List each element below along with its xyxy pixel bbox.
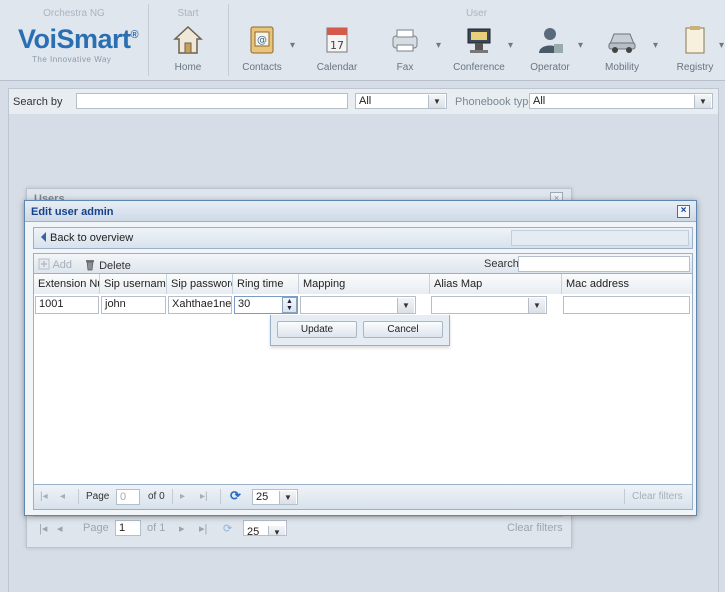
mobility-dropdown-arrow[interactable]: ▾ [653, 40, 658, 51]
column-header-alias-map[interactable]: Alias Map [430, 274, 562, 294]
operator-dropdown-arrow[interactable]: ▾ [578, 40, 583, 51]
stepper-arrows-icon[interactable]: ▲ ▼ [282, 297, 297, 313]
phonebook-type-label: Phonebook type [455, 96, 535, 108]
calendar-button[interactable]: 17 Calendar [315, 24, 359, 73]
grid-toolbar: Add Delete Search [33, 253, 693, 274]
refresh-icon[interactable]: ⟳ [223, 522, 232, 535]
alias-map-select[interactable]: ▼ [431, 296, 547, 314]
grid-search-label: Search [484, 258, 519, 270]
mac-address-field[interactable] [563, 296, 690, 314]
back-to-overview-bar: Back to overview [33, 227, 693, 249]
chevron-down-icon: ▼ [694, 95, 711, 108]
sip-username-field[interactable]: john [101, 296, 166, 314]
conference-icon [467, 28, 491, 53]
conference-button[interactable]: Conference [452, 24, 506, 73]
chevron-down-icon: ▼ [428, 95, 445, 108]
column-header-sip-username[interactable]: Sip username [100, 274, 167, 294]
first-page-icon[interactable]: |◂ [40, 491, 48, 502]
conference-dropdown-arrow[interactable]: ▾ [508, 40, 513, 51]
chevron-down-icon: ▼ [397, 298, 414, 313]
contacts-dropdown-arrow[interactable]: ▾ [290, 40, 295, 51]
column-header-ring-time[interactable]: Ring time [233, 274, 299, 294]
back-to-overview-button[interactable]: Back to overview [50, 232, 133, 244]
svg-text:@: @ [257, 35, 267, 46]
home-button[interactable]: Home [170, 24, 206, 73]
delete-button[interactable]: Delete [84, 258, 131, 272]
calendar-icon: 17 [326, 27, 348, 53]
column-header-mac-address[interactable]: Mac address [562, 274, 690, 294]
row-editor-buttons: Update Cancel [270, 315, 450, 346]
column-header-sip-password[interactable]: Sip password [167, 274, 233, 294]
mobility-button[interactable]: Mobility [600, 24, 644, 73]
prev-page-icon[interactable]: ◂ [60, 491, 65, 502]
chevron-down-icon: ▼ [279, 491, 296, 504]
page-label: Page [86, 491, 110, 502]
extension-field[interactable]: 1001 [35, 296, 99, 314]
cancel-button[interactable]: Cancel [363, 321, 443, 338]
next-page-icon[interactable]: ▸ [180, 491, 185, 502]
update-button[interactable]: Update [277, 321, 357, 338]
refresh-icon[interactable]: ⟳ [230, 488, 241, 504]
add-icon [38, 258, 50, 270]
close-icon[interactable]: × [677, 205, 690, 218]
clear-filters-button[interactable]: Clear filters [632, 491, 683, 502]
ring-time-stepper[interactable]: 30 ▲ ▼ [234, 296, 298, 314]
page-label: Page [83, 522, 109, 534]
prev-page-icon[interactable]: ◂ [57, 522, 63, 535]
registry-icon [685, 26, 705, 54]
mapping-select[interactable]: ▼ [300, 296, 416, 314]
chevron-down-icon: ▼ [268, 526, 285, 535]
operator-icon [539, 28, 563, 53]
column-header-extension[interactable]: Extension Nu [34, 274, 100, 294]
column-header-mapping[interactable]: Mapping [299, 274, 430, 294]
page-size-select[interactable]: 25 ▼ [243, 520, 287, 536]
user-group-title: User [465, 8, 488, 19]
add-button[interactable]: Add [38, 258, 72, 271]
logo-tagline: The Innovative Way [32, 55, 112, 64]
back-arrow-icon [41, 232, 46, 242]
users-pager: |◂ ◂ Page 1 of 1 ▸ ▸| ⟳ 25 ▼ Clear filter… [33, 516, 563, 539]
svg-text:17: 17 [330, 39, 344, 52]
page-size-select[interactable]: 25 ▼ [252, 489, 298, 505]
edit-user-window-title: Edit user admin [31, 206, 114, 218]
page-of-label: of 1 [147, 522, 166, 534]
grid-header: Extension Nu Sip username Sip password R… [33, 273, 693, 295]
fax-icon [392, 29, 418, 52]
contacts-icon: @ [250, 26, 274, 54]
home-icon [173, 25, 203, 54]
phonebook-type-select[interactable]: All ▼ [529, 93, 713, 109]
start-group-title: Start [177, 8, 199, 19]
last-page-icon[interactable]: ▸| [199, 522, 207, 535]
mobility-icon [608, 33, 636, 53]
fax-dropdown-arrow[interactable]: ▾ [436, 40, 441, 51]
operator-button[interactable]: Operator [528, 24, 572, 73]
grid-search-input[interactable] [518, 256, 690, 272]
grid-pager: |◂ ◂ Page 0 of 0 ▸ ▸| ⟳ 25 ▼ Clear filte… [33, 484, 693, 510]
page-of-label: of 0 [148, 491, 165, 502]
trash-icon [86, 260, 94, 271]
phonebook-search-bar: Search by All ▼ Phonebook type All ▼ [8, 88, 719, 116]
registry-button[interactable]: Registry [673, 24, 717, 73]
edit-user-window: Edit user admin × Back to overview Add D… [24, 200, 697, 516]
fax-button[interactable]: Fax [387, 24, 423, 73]
page-number-input[interactable]: 0 [116, 489, 140, 505]
page-number-input[interactable]: 1 [115, 520, 141, 536]
search-by-label: Search by [13, 96, 63, 108]
last-page-icon[interactable]: ▸| [200, 491, 208, 502]
contacts-button[interactable]: @ Contacts [240, 24, 284, 73]
next-page-icon[interactable]: ▸ [179, 522, 185, 535]
first-page-icon[interactable]: |◂ [39, 522, 47, 535]
registry-dropdown-arrow[interactable]: ▾ [719, 40, 724, 51]
voismart-logo: VoiSmart® [18, 24, 139, 54]
row-editor: 1001 john Xahthae1neir 30 ▲ ▼ ▼ ▼ [33, 294, 693, 316]
chevron-down-icon: ▼ [528, 298, 545, 313]
orchestra-group-title: Orchestra NG [43, 8, 105, 19]
sip-password-field[interactable]: Xahthae1neir [168, 296, 232, 314]
search-input[interactable] [76, 93, 348, 109]
clear-filters-button[interactable]: Clear filters [507, 522, 563, 534]
edit-user-window-titlebar: Edit user admin × [25, 201, 696, 222]
top-toolbar: Orchestra NG VoiSmart® The Innovative Wa… [0, 0, 725, 81]
search-scope-select[interactable]: All ▼ [355, 93, 447, 109]
